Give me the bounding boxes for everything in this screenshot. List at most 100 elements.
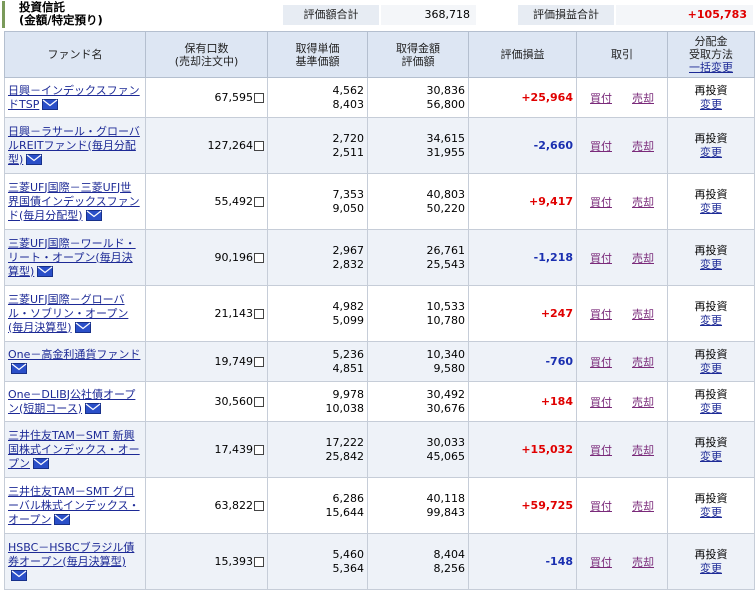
unit-price-cell: 17,222 25,842 bbox=[267, 421, 368, 478]
mail-icon[interactable] bbox=[33, 458, 49, 469]
section-title: 投資信託 (金額/特定預り) bbox=[2, 1, 272, 28]
cost-amount: 40,803 bbox=[426, 187, 466, 201]
pl-cell: -2,660 bbox=[468, 117, 577, 174]
col-dist-line2: 受取方法 bbox=[689, 48, 733, 61]
pl-cell: +9,417 bbox=[468, 173, 577, 230]
sell-button[interactable]: 売却 bbox=[632, 308, 654, 321]
mail-icon[interactable] bbox=[11, 570, 27, 581]
change-link[interactable]: 変更 bbox=[671, 202, 751, 216]
sell-button[interactable]: 売却 bbox=[632, 252, 654, 265]
buy-button[interactable]: 買付 bbox=[590, 252, 612, 265]
mail-icon[interactable] bbox=[74, 322, 91, 333]
order-checkbox[interactable] bbox=[254, 356, 264, 367]
change-link[interactable]: 変更 bbox=[671, 146, 751, 160]
units-cell: 127,264 bbox=[145, 117, 268, 174]
pl-total-label: 評価損益合計 bbox=[518, 5, 614, 25]
pl-cell: -148 bbox=[468, 533, 577, 590]
order-checkbox[interactable] bbox=[254, 252, 264, 263]
mail-icon[interactable] bbox=[42, 99, 59, 110]
col-unit-line2: 基準価額 bbox=[295, 54, 340, 68]
change-link[interactable]: 変更 bbox=[671, 362, 751, 376]
order-checkbox[interactable] bbox=[254, 444, 264, 455]
buy-button[interactable]: 買付 bbox=[590, 444, 612, 457]
fund-name-cell: 三菱UFJ国際－三菱UFJ世界国債インデックスファンド(毎月分配型) bbox=[4, 173, 146, 230]
buy-button[interactable]: 買付 bbox=[590, 356, 612, 369]
fund-name-link[interactable]: One－高金利通貨ファンド bbox=[8, 348, 140, 361]
table-row: One－高金利通貨ファンド 19,749 5,236 4,851 10,340 9,580… bbox=[4, 341, 755, 382]
change-link[interactable]: 変更 bbox=[671, 562, 751, 576]
change-link[interactable]: 変更 bbox=[671, 402, 751, 416]
change-link[interactable]: 変更 bbox=[671, 98, 751, 112]
fund-name-link[interactable]: 日興－インデックスファンドTSP bbox=[8, 84, 140, 111]
col-unit-price: 取得単価 基準価額 bbox=[267, 31, 368, 78]
cost-unit-price: 4,982 bbox=[332, 299, 365, 313]
cost-amount: 10,533 bbox=[426, 299, 466, 313]
mail-icon[interactable] bbox=[26, 154, 43, 165]
mail-icon[interactable] bbox=[85, 210, 102, 221]
eval-total-value: 368,718 bbox=[381, 5, 476, 25]
sell-button[interactable]: 売却 bbox=[632, 92, 654, 105]
change-link[interactable]: 変更 bbox=[671, 314, 751, 328]
sell-button[interactable]: 売却 bbox=[632, 556, 654, 569]
mail-icon[interactable] bbox=[37, 266, 54, 277]
fund-name-link[interactable]: 三井住友TAM－SMT 新興国株式インデックス・オープン bbox=[8, 429, 140, 470]
sell-button[interactable]: 売却 bbox=[632, 196, 654, 209]
buy-button[interactable]: 買付 bbox=[590, 92, 612, 105]
mail-icon[interactable] bbox=[11, 363, 27, 374]
cost-unit-price: 9,978 bbox=[332, 387, 365, 401]
order-checkbox[interactable] bbox=[254, 396, 264, 407]
reinvest-label: 再投資 bbox=[694, 435, 728, 449]
col-amount: 取得金額 評価額 bbox=[367, 31, 469, 78]
amount-cell: 40,118 99,843 bbox=[367, 477, 469, 534]
cost-unit-price: 7,353 bbox=[332, 187, 365, 201]
trade-cell: 買付 売却 bbox=[576, 285, 668, 342]
bulk-change-link[interactable]: 一括変更 bbox=[668, 61, 754, 74]
mail-icon[interactable] bbox=[85, 403, 102, 414]
change-link[interactable]: 変更 bbox=[671, 450, 751, 464]
fund-name-link[interactable]: 三菱UFJ国際－グローバル・ソブリン・オープン(毎月決算型) bbox=[8, 293, 128, 334]
order-checkbox[interactable] bbox=[254, 308, 264, 319]
fund-name-link[interactable]: One－DLIBJ公社債オープン(短期コース) bbox=[8, 388, 135, 415]
buy-button[interactable]: 買付 bbox=[590, 396, 612, 409]
buy-button[interactable]: 買付 bbox=[590, 196, 612, 209]
order-checkbox[interactable] bbox=[254, 92, 264, 103]
cost-unit-price: 17,222 bbox=[325, 435, 365, 449]
nav-price: 15,644 bbox=[325, 505, 365, 519]
sell-button[interactable]: 売却 bbox=[632, 396, 654, 409]
trade-cell: 買付 売却 bbox=[576, 173, 668, 230]
order-checkbox[interactable] bbox=[254, 500, 264, 511]
buy-button[interactable]: 買付 bbox=[590, 556, 612, 569]
summary-bar: 投資信託 (金額/特定預り) 評価額合計 368,718 評価損益合計 +105… bbox=[0, 0, 755, 30]
eval-amount: 50,220 bbox=[426, 201, 466, 215]
fund-name-cell: 三井住友TAM－SMT グローバル株式インデックス・オープン bbox=[4, 477, 146, 534]
units-value: 55,492 bbox=[214, 194, 254, 208]
fund-name-link[interactable]: 三菱UFJ国際－三菱UFJ世界国債インデックスファンド(毎月分配型) bbox=[8, 181, 140, 222]
sell-button[interactable]: 売却 bbox=[632, 500, 654, 513]
cost-amount: 10,340 bbox=[426, 347, 466, 361]
buy-button[interactable]: 買付 bbox=[590, 140, 612, 153]
change-link[interactable]: 変更 bbox=[671, 506, 751, 520]
sell-button[interactable]: 売却 bbox=[632, 356, 654, 369]
amount-cell: 26,761 25,543 bbox=[367, 229, 469, 286]
buy-button[interactable]: 買付 bbox=[590, 308, 612, 321]
eval-amount: 25,543 bbox=[426, 257, 466, 271]
reinvest-label: 再投資 bbox=[694, 243, 728, 257]
fund-name-link[interactable]: 三菱UFJ国際－ワールド・リート・オープン(毎月決算型) bbox=[8, 237, 136, 278]
fund-name-link[interactable]: 三井住友TAM－SMT グローバル株式インデックス・オープン bbox=[8, 485, 140, 526]
change-link[interactable]: 変更 bbox=[671, 258, 751, 272]
order-checkbox[interactable] bbox=[254, 556, 264, 567]
unit-price-cell: 5,236 4,851 bbox=[267, 341, 368, 382]
pl-cell: +25,964 bbox=[468, 77, 577, 118]
order-checkbox[interactable] bbox=[254, 196, 264, 207]
sell-button[interactable]: 売却 bbox=[632, 444, 654, 457]
buy-button[interactable]: 買付 bbox=[590, 500, 612, 513]
unit-price-cell: 2,720 2,511 bbox=[267, 117, 368, 174]
fund-name-link[interactable]: HSBC－HSBCブラジル債券オープン(毎月決算型) bbox=[8, 541, 134, 568]
fund-name-cell: 日興－ラサール・グローバルREITファンド(毎月分配型) bbox=[4, 117, 146, 174]
mail-icon[interactable] bbox=[54, 514, 71, 525]
fund-name-cell: One－DLIBJ公社債オープン(短期コース) bbox=[4, 381, 146, 422]
eval-amount: 99,843 bbox=[426, 505, 466, 519]
amount-cell: 30,836 56,800 bbox=[367, 77, 469, 118]
sell-button[interactable]: 売却 bbox=[632, 140, 654, 153]
order-checkbox[interactable] bbox=[254, 140, 264, 151]
